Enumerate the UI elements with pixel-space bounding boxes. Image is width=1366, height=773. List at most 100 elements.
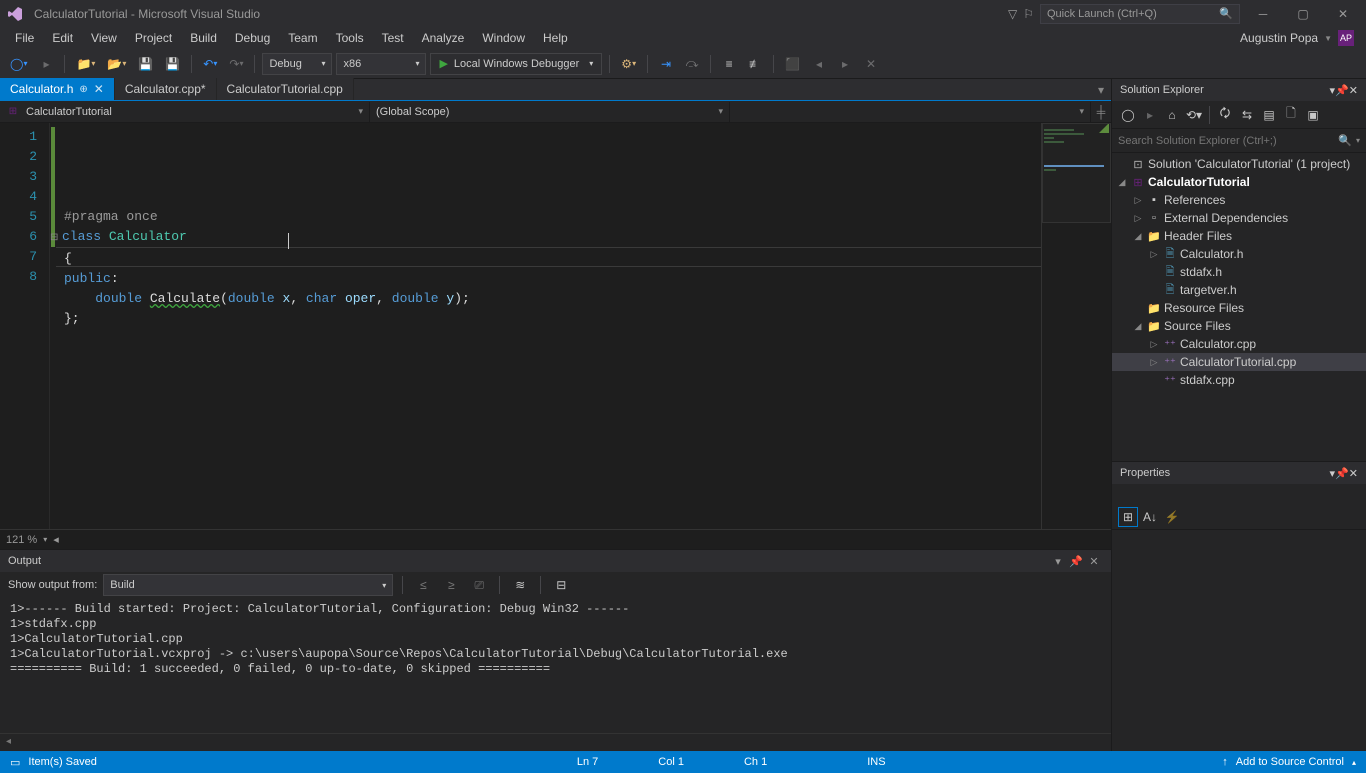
- minimap[interactable]: [1041, 123, 1111, 529]
- output-prev-button[interactable]: ≤: [412, 574, 434, 596]
- output-toggle-button[interactable]: ⊟: [550, 574, 572, 596]
- menu-view[interactable]: View: [82, 29, 126, 47]
- hscroll-left-button[interactable]: ◂: [53, 533, 59, 546]
- menu-build[interactable]: Build: [181, 29, 226, 47]
- tree-item-targetver-h[interactable]: 🗎targetver.h: [1112, 281, 1366, 299]
- tab-calculator-cpp-[interactable]: Calculator.cpp*: [115, 78, 217, 100]
- se-sync-button[interactable]: ⟲▾: [1184, 105, 1204, 125]
- tree-item-source-files[interactable]: ◢📁Source Files: [1112, 317, 1366, 335]
- se-search-input[interactable]: [1118, 135, 1338, 147]
- redo-button[interactable]: ↷▾: [225, 53, 247, 75]
- nav-back-button[interactable]: ◯ ▾: [6, 53, 31, 75]
- zoom-dropdown-icon[interactable]: ▾: [43, 535, 47, 544]
- save-button[interactable]: 💾: [134, 53, 157, 75]
- start-debug-button[interactable]: ▶Local Windows Debugger▾: [430, 53, 602, 75]
- tab-close-button[interactable]: ✕: [94, 82, 104, 96]
- user-name[interactable]: Augustin Popa: [1240, 31, 1318, 45]
- menu-team[interactable]: Team: [279, 29, 326, 47]
- se-collapse-button[interactable]: ⇆: [1237, 105, 1257, 125]
- platform-dropdown[interactable]: x86▾: [336, 53, 426, 75]
- bookmark-button[interactable]: ⬛: [781, 53, 804, 75]
- se-refresh-button[interactable]: 🗘: [1215, 105, 1235, 125]
- process-button[interactable]: ⚙▾: [617, 53, 640, 75]
- config-dropdown[interactable]: Debug▾: [262, 53, 332, 75]
- step-into-button[interactable]: ⇥: [655, 53, 677, 75]
- solution-explorer-header: Solution Explorer ▾ 📌 ✕: [1112, 79, 1366, 101]
- panel-pin-button[interactable]: 📌: [1067, 555, 1085, 568]
- split-editor-button[interactable]: ╪: [1091, 105, 1111, 119]
- solution-explorer-search[interactable]: 🔍 ▾: [1112, 129, 1366, 153]
- se-preview-button[interactable]: ▣: [1303, 105, 1323, 125]
- output-text[interactable]: 1>------ Build started: Project: Calcula…: [0, 598, 1111, 733]
- step-over-button[interactable]: ⤼: [681, 53, 703, 75]
- clear-bookmark-button[interactable]: ✕: [860, 53, 882, 75]
- se-pin-button[interactable]: 📌: [1335, 84, 1349, 97]
- nav-project-dropdown[interactable]: ⊞CalculatorTutorial▾: [0, 102, 370, 122]
- output-source-dropdown[interactable]: Build▾: [103, 574, 393, 596]
- nav-scope-dropdown[interactable]: (Global Scope)▾: [370, 102, 730, 122]
- se-showall-button[interactable]: ▤: [1259, 105, 1279, 125]
- panel-options-button[interactable]: ▾: [1049, 555, 1067, 568]
- output-wrap-button[interactable]: ≋: [509, 574, 531, 596]
- se-back-button[interactable]: ◯: [1118, 105, 1138, 125]
- panel-close-button[interactable]: ✕: [1085, 555, 1103, 568]
- notifications-icon[interactable]: ▽: [1008, 7, 1017, 21]
- undo-button[interactable]: ↶▾: [199, 53, 221, 75]
- tree-item-stdafx-h[interactable]: 🗎stdafx.h: [1112, 263, 1366, 281]
- tree-item-stdafx-cpp[interactable]: ⁺⁺stdafx.cpp: [1112, 371, 1366, 389]
- tree-item-references[interactable]: ▷▪References: [1112, 191, 1366, 209]
- solution-tree[interactable]: ⊡Solution 'CalculatorTutorial' (1 projec…: [1112, 153, 1366, 461]
- output-next-button[interactable]: ≥: [440, 574, 462, 596]
- zoom-level[interactable]: 121 %: [6, 534, 37, 546]
- menu-test[interactable]: Test: [373, 29, 413, 47]
- new-project-button[interactable]: 📁▾: [72, 53, 99, 75]
- minimize-button[interactable]: ─: [1246, 3, 1280, 25]
- tree-item-header-files[interactable]: ◢📁Header Files: [1112, 227, 1366, 245]
- tree-item-calculator-h[interactable]: ▷🗎Calculator.h: [1112, 245, 1366, 263]
- tab-calculator-h[interactable]: Calculator.h⊕✕: [0, 78, 115, 100]
- menu-analyze[interactable]: Analyze: [413, 29, 474, 47]
- menu-debug[interactable]: Debug: [226, 29, 279, 47]
- close-button[interactable]: ✕: [1326, 3, 1360, 25]
- menu-file[interactable]: File: [6, 29, 43, 47]
- props-close-button[interactable]: ✕: [1349, 467, 1358, 480]
- comment-button[interactable]: ≡: [718, 53, 740, 75]
- tree-item-calculator-cpp[interactable]: ▷⁺⁺Calculator.cpp: [1112, 335, 1366, 353]
- tree-item-calculatortutorial-cpp[interactable]: ▷⁺⁺CalculatorTutorial.cpp: [1112, 353, 1366, 371]
- menu-help[interactable]: Help: [534, 29, 577, 47]
- se-fwd-button[interactable]: ▸: [1140, 105, 1160, 125]
- tab-calculatortutorial-cpp[interactable]: CalculatorTutorial.cpp: [217, 78, 354, 100]
- se-close-button[interactable]: ✕: [1349, 84, 1358, 97]
- props-alpha-button[interactable]: A↓: [1140, 507, 1160, 527]
- menu-tools[interactable]: Tools: [327, 29, 373, 47]
- output-clear-button[interactable]: ⎚: [468, 574, 490, 596]
- menu-window[interactable]: Window: [473, 29, 534, 47]
- tree-item-resource-files[interactable]: 📁Resource Files: [1112, 299, 1366, 317]
- prev-bookmark-button[interactable]: ◂: [808, 53, 830, 75]
- se-properties-button[interactable]: 🗋: [1281, 105, 1301, 125]
- feedback-icon[interactable]: ⚐: [1023, 7, 1034, 21]
- tab-overflow-button[interactable]: ▾: [1091, 80, 1111, 100]
- user-avatar[interactable]: AP: [1338, 30, 1354, 46]
- output-scrollbar[interactable]: ◂: [0, 733, 1111, 751]
- tree-item-solution-calculatortutorial-1-project-[interactable]: ⊡Solution 'CalculatorTutorial' (1 projec…: [1112, 155, 1366, 173]
- menu-edit[interactable]: Edit: [43, 29, 82, 47]
- uncomment-button[interactable]: ≢: [744, 53, 766, 75]
- menu-project[interactable]: Project: [126, 29, 181, 47]
- maximize-button[interactable]: ▢: [1286, 3, 1320, 25]
- scm-publish-button[interactable]: ↑: [1222, 756, 1228, 768]
- se-home-button[interactable]: ⌂: [1162, 105, 1182, 125]
- nav-fwd-button[interactable]: ▸: [35, 53, 57, 75]
- props-categorized-button[interactable]: ⊞: [1118, 507, 1138, 527]
- scm-label[interactable]: Add to Source Control: [1236, 756, 1344, 768]
- quick-launch-input[interactable]: Quick Launch (Ctrl+Q) 🔍: [1040, 4, 1240, 24]
- next-bookmark-button[interactable]: ▸: [834, 53, 856, 75]
- props-events-button[interactable]: ⚡: [1162, 507, 1182, 527]
- open-file-button[interactable]: 📂▾: [103, 53, 130, 75]
- props-pin-button[interactable]: 📌: [1335, 467, 1349, 480]
- nav-member-dropdown[interactable]: ▾: [730, 102, 1091, 122]
- save-all-button[interactable]: 💾: [161, 53, 184, 75]
- tree-item-external-dependencies[interactable]: ▷▫External Dependencies: [1112, 209, 1366, 227]
- tree-item-calculatortutorial[interactable]: ◢⊞CalculatorTutorial: [1112, 173, 1366, 191]
- code-editor[interactable]: 12345678 #pragma once ⊟class Calculator …: [0, 123, 1111, 529]
